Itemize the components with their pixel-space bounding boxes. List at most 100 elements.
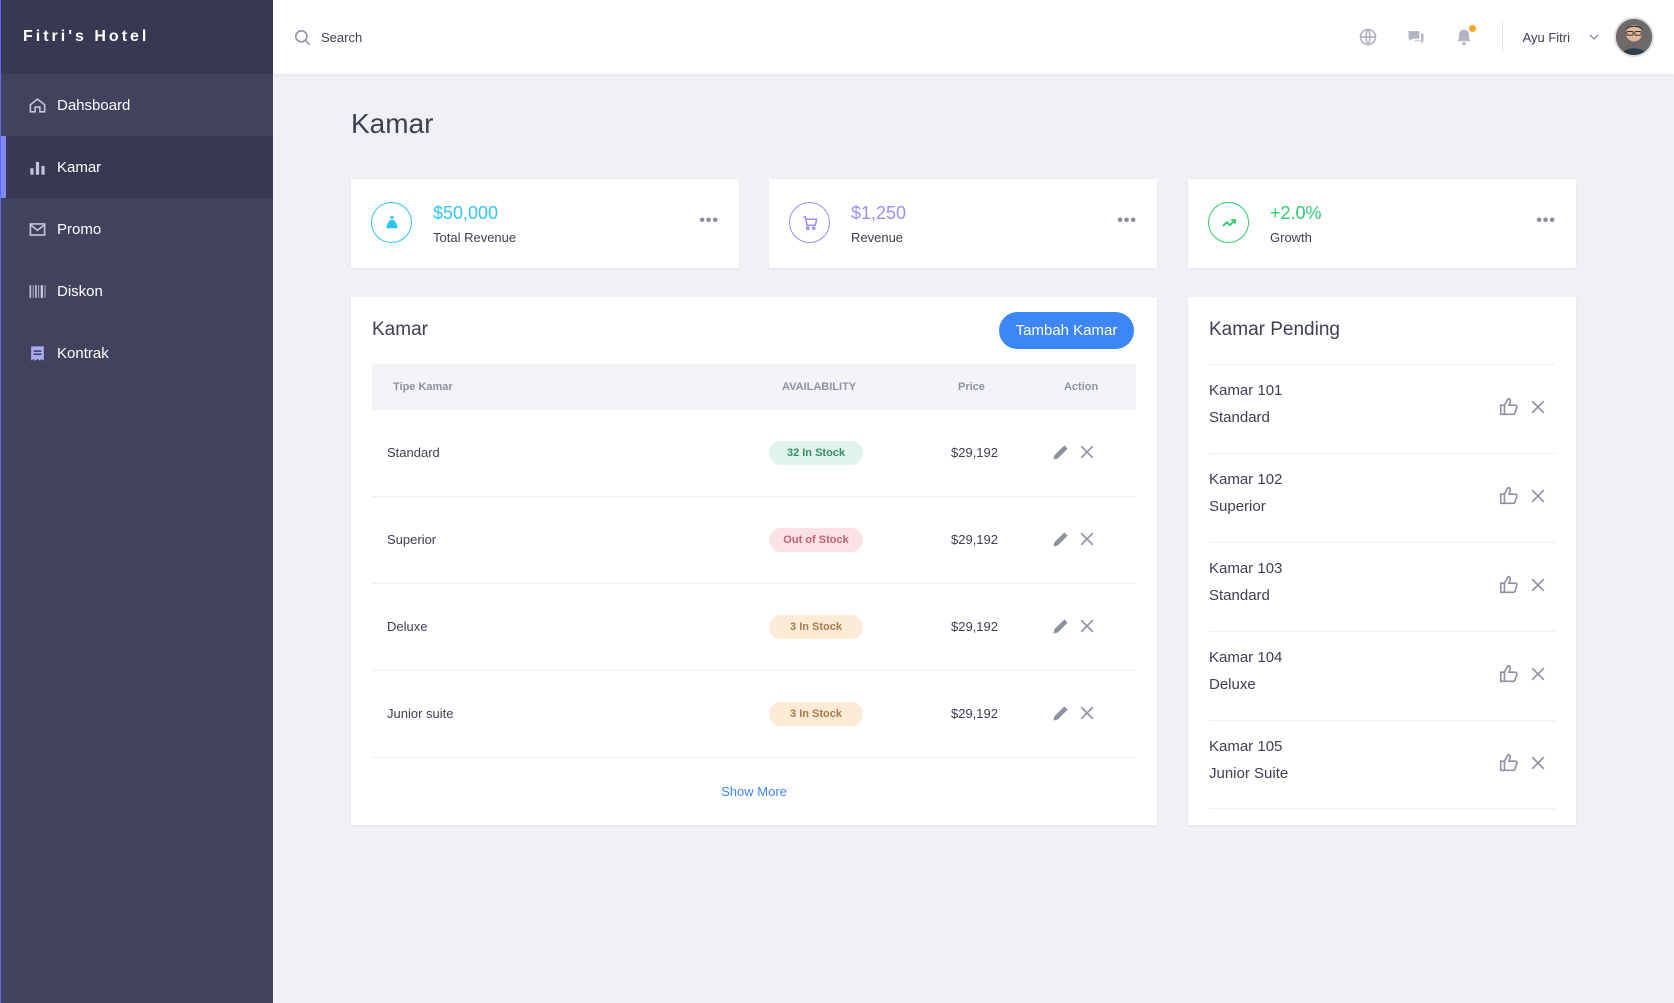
pending-room-type: Junior Suite xyxy=(1209,765,1289,782)
list-item: Kamar 103 Standard xyxy=(1209,542,1555,631)
list-item: Kamar 104 Deluxe xyxy=(1209,631,1555,720)
table-row: Standard 32 In Stock $29,192 xyxy=(372,410,1136,497)
card-title: Kamar Pending xyxy=(1209,319,1340,340)
edit-icon[interactable] xyxy=(1051,529,1071,549)
close-icon[interactable] xyxy=(1528,664,1548,684)
barcode-icon xyxy=(27,281,47,301)
stat-card-revenue: $1,250 Revenue ••• xyxy=(769,179,1157,268)
column-header-action: Action xyxy=(1064,381,1099,393)
bell-icon[interactable] xyxy=(1454,25,1476,47)
stat-label: Total Revenue xyxy=(433,230,517,245)
table-header: Tipe Kamar AVAILABILITY Price Action xyxy=(372,364,1136,410)
sidebar-item-label: Kamar xyxy=(57,158,102,176)
thumbs-up-icon[interactable] xyxy=(1498,485,1520,507)
close-icon[interactable] xyxy=(1528,486,1548,506)
list-item: Kamar 102 Superior xyxy=(1209,453,1555,542)
sidebar-item-kamar[interactable]: Kamar xyxy=(1,136,273,198)
sidebar-item-promo[interactable]: Promo xyxy=(1,198,273,260)
edit-icon[interactable] xyxy=(1051,442,1071,462)
room-price: $29,192 xyxy=(951,706,998,721)
chat-icon[interactable] xyxy=(1406,27,1426,47)
stat-value: $1,250 xyxy=(851,203,907,223)
more-options-icon[interactable]: ••• xyxy=(1117,213,1137,229)
pending-room-type: Standard xyxy=(1209,587,1270,604)
more-options-icon[interactable]: ••• xyxy=(699,213,719,229)
sidebar: Fitri's Hotel Dahsboard Kamar Promo Disk… xyxy=(0,0,273,1003)
pending-room-number: Kamar 105 xyxy=(1209,738,1283,755)
show-more-link[interactable]: Show More xyxy=(351,784,1157,799)
room-price: $29,192 xyxy=(951,619,998,634)
status-badge: Out of Stock xyxy=(769,528,863,552)
stat-value: $50,000 xyxy=(433,203,499,223)
close-icon[interactable] xyxy=(1077,529,1097,549)
pending-room-type: Standard xyxy=(1209,409,1270,426)
room-price: $29,192 xyxy=(951,532,998,547)
chevron-down-icon[interactable] xyxy=(1586,29,1602,45)
sidebar-item-label: Promo xyxy=(57,220,102,238)
close-icon[interactable] xyxy=(1528,753,1548,773)
table-row: Superior Out of Stock $29,192 xyxy=(372,497,1136,584)
status-badge: 3 In Stock xyxy=(769,702,863,726)
trending-up-icon xyxy=(1208,202,1249,243)
thumbs-up-icon[interactable] xyxy=(1498,663,1520,685)
thumbs-up-icon[interactable] xyxy=(1498,752,1520,774)
cart-icon xyxy=(789,202,830,243)
edit-icon[interactable] xyxy=(1051,703,1071,723)
thumbs-up-icon[interactable] xyxy=(1498,396,1520,418)
edit-icon[interactable] xyxy=(1051,616,1071,636)
pending-rooms-card: Kamar Pending Kamar 101 Standard Kamar 1… xyxy=(1188,297,1576,825)
rooms-card: Kamar Tambah Kamar Tipe Kamar AVAILABILI… xyxy=(351,297,1157,825)
user-name[interactable]: Ayu Fitri xyxy=(1523,30,1570,45)
list-item: Kamar 105 Junior Suite xyxy=(1209,720,1555,809)
room-type: Standard xyxy=(387,445,440,460)
search-icon xyxy=(294,29,311,45)
pending-room-number: Kamar 103 xyxy=(1209,560,1283,577)
stat-label: Revenue xyxy=(851,230,904,245)
pending-room-number: Kamar 104 xyxy=(1209,649,1283,666)
close-icon[interactable] xyxy=(1077,442,1097,462)
card-title: Kamar xyxy=(372,319,428,340)
avatar[interactable] xyxy=(1614,17,1654,57)
sidebar-item-label: Dahsboard xyxy=(57,96,131,114)
table-row: Junior suite 3 In Stock $29,192 xyxy=(372,671,1136,758)
money-bag-icon xyxy=(371,202,412,243)
pending-room-type: Superior xyxy=(1209,498,1266,515)
brand-logo: Fitri's Hotel xyxy=(1,0,273,74)
globe-icon[interactable] xyxy=(1358,27,1378,47)
home-icon xyxy=(27,95,47,115)
receipt-icon xyxy=(27,343,47,363)
pending-room-type: Deluxe xyxy=(1209,676,1256,693)
list-item: Kamar 101 Standard xyxy=(1209,364,1555,453)
column-header-availability[interactable]: AVAILABILITY xyxy=(782,381,856,393)
table-row: Deluxe 3 In Stock $29,192 xyxy=(372,584,1136,671)
search-bar[interactable]: Search xyxy=(293,28,362,47)
room-type: Superior xyxy=(387,532,437,547)
status-badge: 32 In Stock xyxy=(769,441,863,465)
sidebar-item-kontrak[interactable]: Kontrak xyxy=(1,322,273,384)
close-icon[interactable] xyxy=(1528,397,1548,417)
more-options-icon[interactable]: ••• xyxy=(1536,213,1556,229)
top-bar: Search Ayu Fitri xyxy=(273,0,1674,74)
status-badge: 3 In Stock xyxy=(769,615,863,639)
stat-value: +2.0% xyxy=(1270,203,1322,223)
thumbs-up-icon[interactable] xyxy=(1498,574,1520,596)
sidebar-item-dashboard[interactable]: Dahsboard xyxy=(1,74,273,136)
pending-room-number: Kamar 101 xyxy=(1209,382,1283,399)
pending-room-number: Kamar 102 xyxy=(1209,471,1283,488)
room-price: $29,192 xyxy=(951,445,998,460)
sidebar-item-label: Diskon xyxy=(57,282,103,300)
room-type: Junior suite xyxy=(387,706,454,721)
close-icon[interactable] xyxy=(1528,575,1548,595)
page-title: Kamar xyxy=(351,108,434,139)
close-icon[interactable] xyxy=(1077,616,1097,636)
search-input[interactable]: Search xyxy=(321,30,362,45)
close-icon[interactable] xyxy=(1077,703,1097,723)
stat-card-total-revenue: $50,000 Total Revenue ••• xyxy=(351,179,739,268)
sidebar-item-diskon[interactable]: Diskon xyxy=(1,260,273,322)
mail-icon xyxy=(27,219,47,239)
add-room-button[interactable]: Tambah Kamar xyxy=(999,312,1134,349)
column-header-price[interactable]: Price xyxy=(958,381,985,393)
sidebar-item-label: Kontrak xyxy=(57,344,109,362)
top-right-actions: Ayu Fitri xyxy=(1358,0,1674,74)
column-header-type[interactable]: Tipe Kamar xyxy=(393,381,453,393)
